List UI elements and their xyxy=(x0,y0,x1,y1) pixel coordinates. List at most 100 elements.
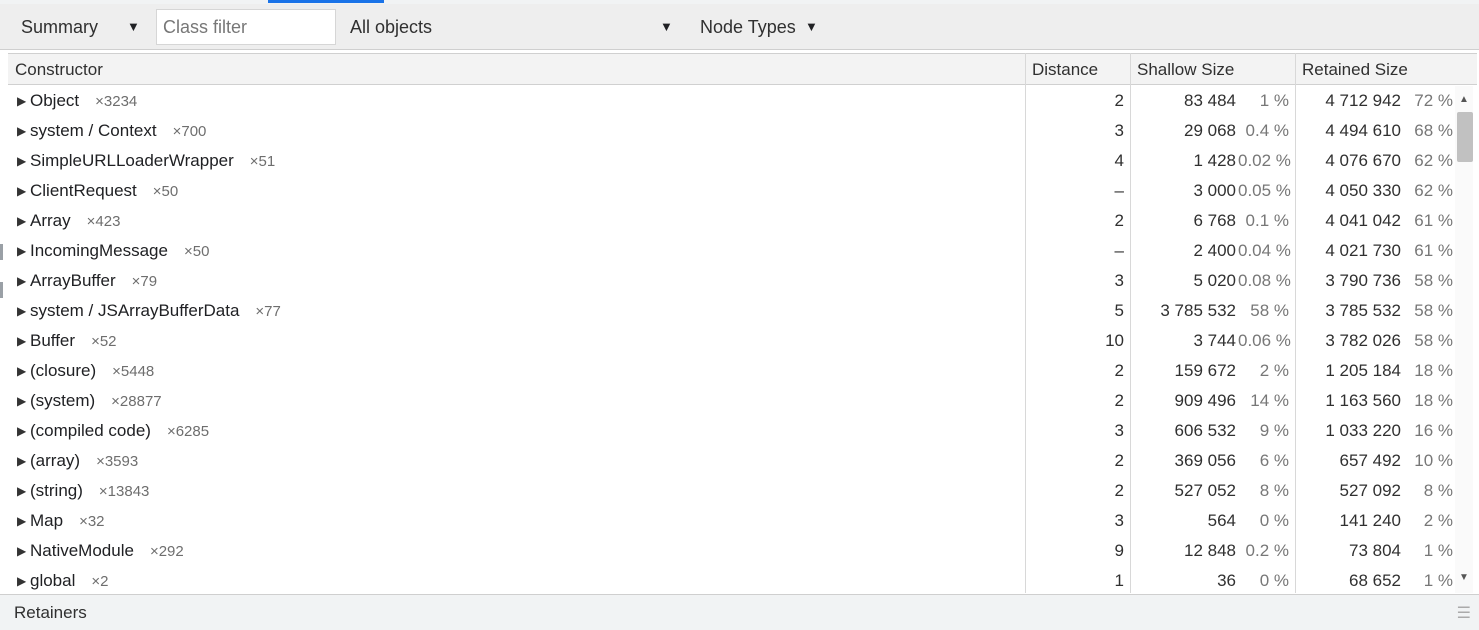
expand-triangle-icon[interactable]: ▶ xyxy=(17,386,26,416)
retained-size-percent: 58 % xyxy=(1414,331,1453,350)
constructor-cell: (closure) ×5448 xyxy=(30,356,154,387)
shallow-size-cell: 29 068 xyxy=(1184,121,1236,140)
distance-cell: 2 xyxy=(1114,481,1124,500)
distance-cell: 2 xyxy=(1114,361,1124,380)
retained-size-cell: 73 804 xyxy=(1349,541,1401,560)
column-header-shallow-size[interactable]: Shallow Size xyxy=(1130,54,1295,86)
expand-triangle-icon[interactable]: ▶ xyxy=(17,326,26,356)
expand-triangle-icon[interactable]: ▶ xyxy=(17,446,26,476)
column-header-distance[interactable]: Distance xyxy=(1025,54,1130,86)
retained-size-percent: 10 % xyxy=(1414,451,1453,470)
distance-cell: 3 xyxy=(1114,271,1124,290)
expand-triangle-icon[interactable]: ▶ xyxy=(17,416,26,446)
retained-size-percent: 61 % xyxy=(1414,241,1453,260)
expand-triangle-icon[interactable]: ▶ xyxy=(17,356,26,386)
shallow-size-cell: 3 744 xyxy=(1193,331,1236,350)
retained-size-cell: 4 494 610 xyxy=(1325,121,1401,140)
column-header-constructor[interactable]: Constructor xyxy=(8,54,1025,86)
class-filter-input[interactable] xyxy=(156,9,336,45)
table-row[interactable]: ▶ Object ×3234 2 83 484 1 % 4 712 942 72 % xyxy=(8,86,1455,116)
scrollbar-thumb[interactable] xyxy=(1457,112,1473,162)
expand-triangle-icon[interactable]: ▶ xyxy=(17,176,26,206)
expand-triangle-icon[interactable]: ▶ xyxy=(17,266,26,296)
expand-triangle-icon[interactable]: ▶ xyxy=(17,236,26,266)
constructor-cell: IncomingMessage ×50 xyxy=(30,236,209,267)
table-row[interactable]: ▶ ClientRequest ×50 – 3 000 0.05 % 4 050 330 62… xyxy=(8,176,1455,206)
expand-triangle-icon[interactable]: ▶ xyxy=(17,296,26,326)
distance-cell: – xyxy=(1114,241,1124,260)
constructor-cell: (compiled code) ×6285 xyxy=(30,416,209,447)
resize-marker xyxy=(0,282,3,298)
shallow-size-percent: 0 % xyxy=(1259,511,1289,530)
column-header-retained-size[interactable]: Retained Size xyxy=(1295,54,1477,86)
table-row[interactable]: ▶ (system) ×28877 2 909 496 14 % 1 163 560 18 % xyxy=(8,386,1455,416)
constructor-name: system / Context xyxy=(30,121,157,140)
table-row[interactable]: ▶ IncomingMessage ×50 – 2 400 0.04 % 4 021 730… xyxy=(8,236,1455,266)
dropdown-arrow-icon: ▼ xyxy=(660,19,673,34)
shallow-size-percent: 0.4 % xyxy=(1245,121,1289,140)
distance-cell: 9 xyxy=(1114,541,1124,560)
distance-cell: 2 xyxy=(1114,91,1124,110)
instance-count: ×79 xyxy=(131,273,158,290)
node-types-select[interactable]: Node Types ▼ xyxy=(700,9,822,45)
shallow-size-percent: 0.1 % xyxy=(1245,211,1289,230)
shallow-size-cell: 369 056 xyxy=(1174,451,1236,470)
view-select[interactable]: Summary ▼ xyxy=(21,9,143,45)
drag-handle-icon[interactable]: ☰ xyxy=(1457,603,1471,623)
distance-cell: 10 xyxy=(1105,331,1124,350)
retained-size-percent: 62 % xyxy=(1414,151,1453,170)
table-row[interactable]: ▶ ArrayBuffer ×79 3 5 020 0.08 % 3 790 736 58 % xyxy=(8,266,1455,296)
constructor-name: Array xyxy=(30,211,71,230)
distance-cell: 3 xyxy=(1114,121,1124,140)
dropdown-arrow-icon: ▼ xyxy=(127,19,140,34)
retained-size-percent: 16 % xyxy=(1414,421,1453,440)
table-row[interactable]: ▶ global ×2 1 36 0 % 68 652 1 % xyxy=(8,566,1455,593)
table-row[interactable]: ▶ system / Context ×700 3 29 068 0.4 % 4 494 6… xyxy=(8,116,1455,146)
retained-size-cell: 4 050 330 xyxy=(1325,181,1401,200)
retained-size-cell: 657 492 xyxy=(1339,451,1401,470)
retained-size-percent: 61 % xyxy=(1414,211,1453,230)
table-row[interactable]: ▶ (compiled code) ×6285 3 606 532 9 % 1 033 22… xyxy=(8,416,1455,446)
objects-select[interactable]: All objects ▼ xyxy=(350,9,676,45)
table-scrollbar[interactable]: ▲ ▼ xyxy=(1455,86,1473,593)
shallow-size-percent: 0.08 % xyxy=(1238,271,1291,290)
constructor-name: Object xyxy=(30,91,80,110)
shallow-size-percent: 1 % xyxy=(1259,91,1289,110)
retained-size-cell: 1 163 560 xyxy=(1325,391,1401,410)
scroll-down-icon[interactable]: ▼ xyxy=(1459,572,1469,583)
instance-count: ×32 xyxy=(79,513,105,530)
expand-triangle-icon[interactable]: ▶ xyxy=(17,536,26,566)
retained-size-percent: 8 % xyxy=(1423,481,1453,500)
table-row[interactable]: ▶ (array) ×3593 2 369 056 6 % 657 492 10 % xyxy=(8,446,1455,476)
table-row[interactable]: ▶ system / JSArrayBufferData ×77 5 3 785 532… xyxy=(8,296,1455,326)
table-row[interactable]: ▶ SimpleURLLoaderWrapper ×51 4 1 428 0.02 % 4 … xyxy=(8,146,1455,176)
distance-cell: 3 xyxy=(1114,421,1124,440)
instance-count: ×28877 xyxy=(111,393,162,410)
expand-triangle-icon[interactable]: ▶ xyxy=(17,86,26,116)
constructor-cell: ClientRequest ×50 xyxy=(30,176,178,207)
expand-triangle-icon[interactable]: ▶ xyxy=(17,506,26,536)
table-row[interactable]: ▶ (closure) ×5448 2 159 672 2 % 1 205 184 18 % xyxy=(8,356,1455,386)
table-row[interactable]: ▶ Array ×423 2 6 768 0.1 % 4 041 042 61 % xyxy=(8,206,1455,236)
constructor-name: NativeModule xyxy=(30,541,134,560)
constructor-name: ClientRequest xyxy=(30,181,137,200)
expand-triangle-icon[interactable]: ▶ xyxy=(17,206,26,236)
expand-triangle-icon[interactable]: ▶ xyxy=(17,116,26,146)
scroll-up-icon[interactable]: ▲ xyxy=(1459,94,1469,105)
expand-triangle-icon[interactable]: ▶ xyxy=(17,476,26,506)
constructor-cell: (string) ×13843 xyxy=(30,476,149,507)
table-row[interactable]: ▶ NativeModule ×292 9 12 848 0.2 % 73 804 1 % xyxy=(8,536,1455,566)
table-row[interactable]: ▶ (string) ×13843 2 527 052 8 % 527 092 8 % xyxy=(8,476,1455,506)
shallow-size-cell: 564 xyxy=(1207,511,1236,530)
distance-cell: – xyxy=(1114,181,1124,200)
shallow-size-cell: 159 672 xyxy=(1174,361,1236,380)
retained-size-cell: 527 092 xyxy=(1339,481,1401,500)
retained-size-percent: 58 % xyxy=(1414,271,1453,290)
expand-triangle-icon[interactable]: ▶ xyxy=(17,146,26,176)
expand-triangle-icon[interactable]: ▶ xyxy=(17,566,26,593)
retained-size-cell: 3 785 532 xyxy=(1325,301,1401,320)
table-row[interactable]: ▶ Map ×32 3 564 0 % 141 240 2 % xyxy=(8,506,1455,536)
heap-summary-table: Constructor Distance Shallow Size Retain… xyxy=(8,53,1477,593)
instance-count: ×2 xyxy=(91,573,109,590)
table-row[interactable]: ▶ Buffer ×52 10 3 744 0.06 % 3 782 026 58 % xyxy=(8,326,1455,356)
